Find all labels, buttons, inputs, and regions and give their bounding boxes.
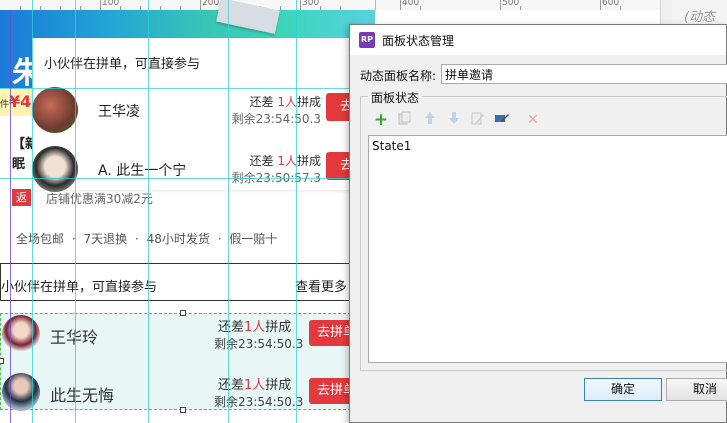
user-name: 此生无悔 bbox=[50, 386, 115, 405]
need-count: 1人 bbox=[277, 95, 297, 109]
price-fragment: 件¥4 bbox=[0, 92, 31, 111]
price-prefix: 件 bbox=[0, 100, 10, 110]
avatar bbox=[32, 87, 78, 133]
need-prefix: 还差 bbox=[249, 154, 274, 168]
duplicate-icon[interactable] bbox=[396, 111, 414, 129]
move-up-icon[interactable] bbox=[421, 111, 439, 129]
dialog-title: 面板状态管理 bbox=[382, 34, 455, 48]
guide-line[interactable] bbox=[148, 0, 149, 423]
need-suffix: 拼成 bbox=[265, 378, 292, 393]
group-list-row: 王华玲 还差1人拼成 剩余23:54:50.3 去拼单 bbox=[0, 314, 375, 362]
need-suffix: 拼成 bbox=[296, 95, 321, 109]
service-tag: 全场包邮 bbox=[16, 232, 65, 246]
service-tag: 假一赔十 bbox=[229, 232, 278, 246]
ruler-tick bbox=[600, 0, 601, 10]
resize-handle[interactable] bbox=[180, 407, 186, 413]
ruler-number: 100 bbox=[102, 0, 120, 8]
avatar bbox=[32, 146, 78, 192]
delete-icon[interactable]: ✕ bbox=[524, 111, 542, 129]
panel-name-input[interactable] bbox=[441, 64, 727, 84]
avatar bbox=[2, 373, 40, 411]
panel-states-label: 面板状态 bbox=[368, 89, 423, 106]
panel-state-dialog: RP 面板状态管理 动态面板名称: 面板状态 + ✕ State1 确定 取消 bbox=[349, 24, 727, 423]
move-down-icon[interactable] bbox=[445, 111, 463, 129]
ruler-tick bbox=[400, 0, 401, 10]
user-name: 王华玲 bbox=[50, 328, 99, 347]
inspector-title: (动态 bbox=[684, 10, 716, 25]
guide-line[interactable] bbox=[0, 88, 375, 89]
return-tag: 返 bbox=[12, 189, 31, 206]
panel-name-label: 动态面板名称: bbox=[360, 69, 437, 83]
edit-all-icon[interactable] bbox=[469, 111, 487, 129]
service-tag: 48小时发货 bbox=[146, 232, 210, 246]
ruler-number: 200 bbox=[202, 0, 220, 8]
guide-line[interactable] bbox=[0, 178, 375, 179]
need-text: 还差 1人拼成 bbox=[250, 152, 322, 169]
group-buy-popup: 小伙伴在拼单，可直接参与 王华凌 还差 1人拼成 剩余23:54:50.3 去拼… bbox=[32, 38, 377, 192]
user-name: 王华凌 bbox=[98, 104, 140, 120]
guide-line[interactable] bbox=[228, 0, 229, 423]
avatar bbox=[2, 315, 40, 353]
ok-button[interactable]: 确定 bbox=[584, 378, 662, 401]
ruler-tick bbox=[200, 0, 201, 10]
need-prefix: 还差 bbox=[218, 320, 245, 335]
ruler-tick bbox=[300, 0, 301, 10]
need-suffix: 拼成 bbox=[296, 154, 321, 168]
ruler-number: 600 bbox=[602, 0, 620, 8]
edit-state-icon[interactable] bbox=[493, 111, 511, 129]
popup-row: A. 此生一个宁 还差 1人拼成 剩余23:50:57.3 去拼单 bbox=[32, 146, 377, 206]
ruler-number: 500 bbox=[502, 0, 520, 8]
ruler-tick bbox=[100, 0, 101, 10]
guide-line[interactable] bbox=[32, 0, 33, 423]
need-count: 1人 bbox=[244, 378, 266, 393]
popup-row: 王华凌 还差 1人拼成 剩余23:54:50.3 去拼单 bbox=[32, 87, 377, 147]
guide-line[interactable] bbox=[296, 0, 297, 423]
user-name: A. 此生一个宁 bbox=[98, 163, 187, 179]
guide-line[interactable] bbox=[75, 0, 76, 423]
need-suffix: 拼成 bbox=[265, 320, 292, 335]
state-list[interactable] bbox=[368, 135, 727, 363]
add-icon[interactable]: + bbox=[372, 111, 390, 129]
need-prefix: 还差 bbox=[249, 95, 274, 109]
price-value: ¥4 bbox=[9, 92, 32, 111]
ruler-tick bbox=[500, 0, 501, 10]
see-more-link[interactable]: 查看更多 bbox=[295, 276, 347, 295]
need-text: 还差 1人拼成 bbox=[250, 93, 322, 110]
time-left: 剩余23:54:50.3 bbox=[231, 112, 321, 126]
popup-title: 小伙伴在拼单，可直接参与 bbox=[44, 57, 201, 72]
ruler-number: 300 bbox=[302, 0, 320, 8]
ruler-number: 400 bbox=[402, 0, 420, 8]
resize-handle[interactable] bbox=[180, 310, 186, 316]
service-dot: · bbox=[217, 232, 222, 246]
state-list-item[interactable]: State1 bbox=[372, 139, 411, 153]
need-count: 1人 bbox=[244, 320, 266, 335]
cancel-button[interactable]: 取消 bbox=[666, 378, 727, 401]
group-list-row: 此生无悔 还差1人拼成 剩余23:54:50.3 去拼单 bbox=[0, 372, 375, 420]
service-dot: · bbox=[134, 232, 139, 246]
title-fragment: 眠 bbox=[12, 157, 26, 172]
need-count: 1人 bbox=[277, 154, 297, 168]
guide-line[interactable] bbox=[10, 10, 11, 423]
need-prefix: 还差 bbox=[218, 378, 245, 393]
service-tag: 7天退换 bbox=[83, 232, 128, 246]
group-list-title: 小伙伴在拼单，可直接参与 bbox=[1, 280, 158, 295]
resize-handle[interactable] bbox=[0, 358, 4, 364]
app-icon: RP bbox=[359, 32, 375, 48]
